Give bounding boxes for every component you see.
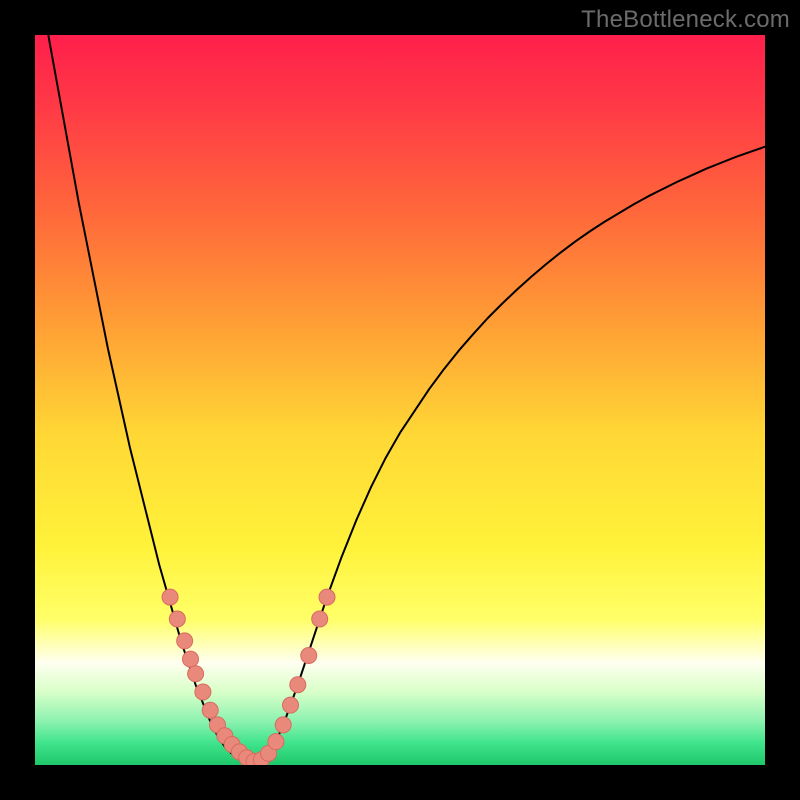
data-point xyxy=(290,677,306,693)
data-point xyxy=(169,611,185,627)
data-point xyxy=(195,684,211,700)
data-point xyxy=(182,651,198,667)
data-point xyxy=(162,589,178,605)
data-point xyxy=(312,611,328,627)
data-point xyxy=(268,734,284,750)
data-point xyxy=(301,648,317,664)
watermark-text: TheBottleneck.com xyxy=(581,6,790,34)
chart-frame: TheBottleneck.com xyxy=(0,0,800,800)
data-point xyxy=(283,697,299,713)
bottleneck-chart xyxy=(35,35,765,765)
data-point xyxy=(188,666,204,682)
data-point xyxy=(275,717,291,733)
data-point xyxy=(202,702,218,718)
data-point xyxy=(177,633,193,649)
data-point xyxy=(319,589,335,605)
plot-area xyxy=(35,35,765,765)
gradient-background xyxy=(35,35,765,765)
